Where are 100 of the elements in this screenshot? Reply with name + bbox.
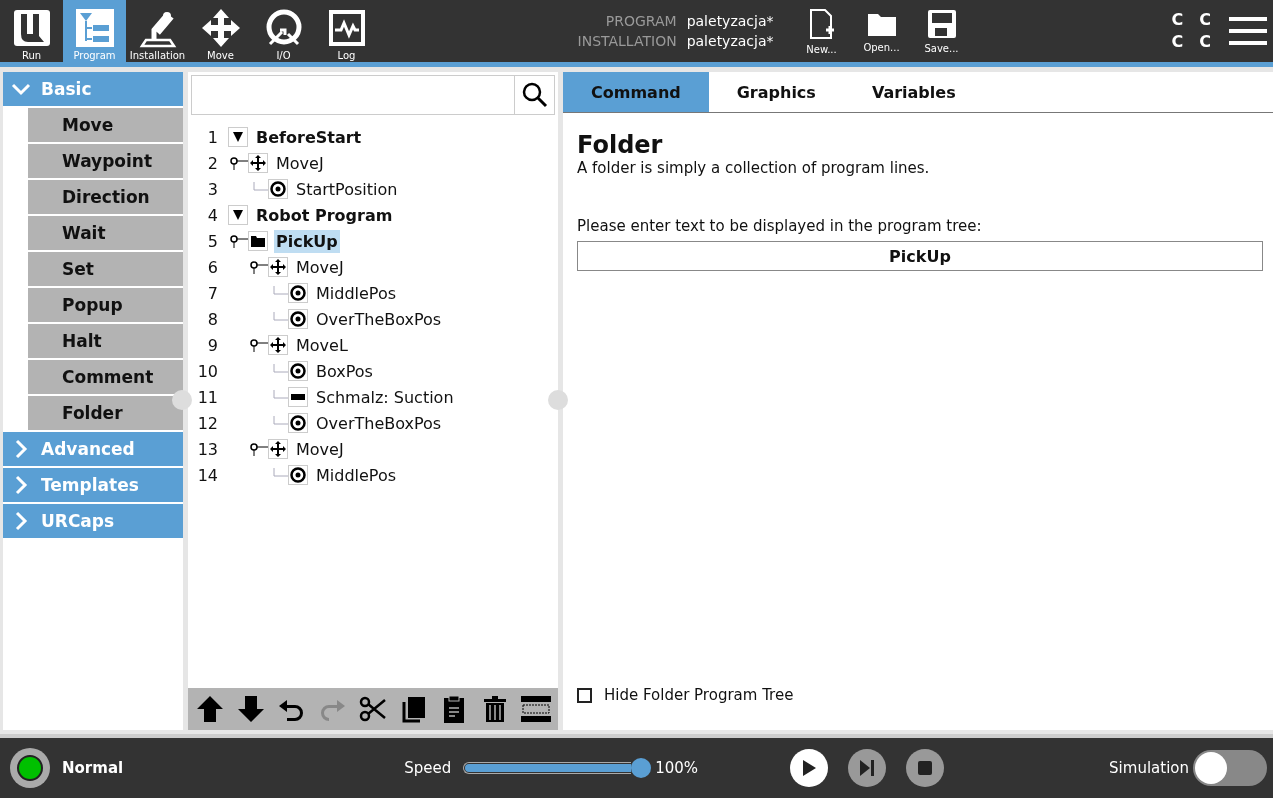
line-number: 5 [206, 231, 218, 251]
line-number: 3 [206, 179, 218, 199]
dash-icon [291, 394, 305, 400]
tree-node-label[interactable]: BeforeStart [254, 125, 364, 149]
hide-tree-checkbox[interactable]: Hide Folder Program Tree [577, 686, 1263, 704]
line-number: 9 [206, 335, 218, 355]
node-icon-box[interactable] [288, 465, 308, 485]
sidebar-item[interactable]: Set [28, 252, 183, 286]
line-number: 1 [206, 127, 218, 147]
node-pin-icon [248, 260, 268, 274]
node-icon-box[interactable] [288, 361, 308, 381]
node-icon-box[interactable] [268, 439, 288, 459]
status-label: Normal [62, 759, 124, 777]
move-arrows-icon [200, 8, 241, 48]
tree-node-label[interactable]: MoveJ [274, 151, 326, 175]
tree-node-label[interactable]: MoveJ [294, 437, 346, 461]
node-icon-box[interactable] [288, 387, 308, 407]
line-number: 7 [206, 283, 218, 303]
tree-node-label[interactable]: OverTheBoxPos [314, 307, 444, 331]
sidebar-item[interactable]: Comment [28, 360, 183, 394]
node-pin-icon [228, 234, 248, 248]
move-arrows-icon [270, 259, 286, 275]
expand-handle[interactable] [548, 390, 568, 410]
tree-node-label[interactable]: Robot Program [254, 203, 395, 227]
status-glyph: C [1199, 9, 1211, 31]
tree-node-label[interactable]: MoveJ [294, 255, 346, 279]
sidebar-item[interactable]: Wait [28, 216, 183, 250]
file-action-button[interactable]: Save... [911, 0, 972, 62]
info-label: PROGRAM [604, 12, 677, 31]
play-icon [801, 759, 818, 777]
playback-button[interactable] [790, 749, 829, 787]
line-number: 10 [196, 361, 218, 381]
info-value: paletyzacja* [686, 12, 774, 31]
nav-tab[interactable]: Move [189, 0, 252, 62]
search-icon [521, 82, 548, 108]
nav-tab[interactable]: Run [0, 0, 63, 62]
line-number: 2 [206, 153, 218, 173]
node-icon-box[interactable] [288, 309, 308, 329]
node-icon-box[interactable] [268, 257, 288, 277]
status-glyph: C [1171, 9, 1184, 31]
node-icon-box[interactable] [268, 335, 288, 355]
node-icon-box[interactable] [288, 413, 308, 433]
search-field[interactable] [191, 75, 555, 115]
collapse-handle[interactable] [172, 390, 192, 410]
move-arrows-icon [250, 155, 266, 171]
line-number: 12 [196, 413, 218, 433]
move-arrows-icon [270, 441, 286, 457]
toolbar-button[interactable] [195, 694, 226, 724]
move-arrows-icon [270, 337, 286, 353]
field-label: Please enter text to be displayed in the program tree: [577, 217, 983, 235]
sidebar-item[interactable]: Direction [28, 180, 183, 214]
arrow-down-icon [236, 694, 266, 724]
node-icon-box[interactable] [288, 283, 308, 303]
toolbar-button[interactable] [236, 694, 266, 724]
nav-tab[interactable]: Log [315, 0, 378, 62]
toolbar-button[interactable] [520, 694, 551, 724]
tree-node-label[interactable]: PickUp [274, 229, 340, 253]
menu-icon [1229, 16, 1267, 46]
toolbar-button[interactable] [357, 694, 388, 724]
stop-icon [917, 760, 934, 776]
slider-thumb[interactable] [631, 758, 652, 778]
speed-reading: 100% [655, 759, 699, 777]
tree-node-label[interactable]: MoveL [294, 333, 350, 357]
tree-node-label[interactable]: BoxPos [314, 359, 375, 383]
tree-node-label[interactable]: MiddlePos [314, 281, 399, 305]
node-icon-box[interactable] [268, 179, 288, 199]
info-value: paletyzacja* [686, 32, 774, 51]
sidebar-item[interactable]: Halt [28, 324, 183, 358]
input-field[interactable]: PickUp [577, 241, 1263, 271]
simulation-toggle[interactable] [1193, 750, 1267, 786]
file-action-button[interactable]: Open... [851, 0, 912, 62]
node-icon-box[interactable] [248, 153, 268, 173]
suppress-line-icon [520, 694, 551, 724]
target-icon [290, 415, 306, 431]
folder-icon [251, 235, 265, 247]
sidebar-item[interactable]: Move [28, 108, 183, 142]
tree-node-label[interactable]: Schmalz: Suction [314, 385, 456, 409]
simulation-label: Simulation [1109, 759, 1189, 777]
sidebar-item[interactable]: Popup [28, 288, 183, 322]
nav-tab[interactable]: Installation [126, 0, 189, 62]
sidebar-item[interactable]: Waypoint [28, 144, 183, 178]
tree-node-label[interactable]: MiddlePos [314, 463, 399, 487]
robot-logo-icon [11, 8, 52, 48]
line-number: 11 [196, 387, 218, 407]
waveform-chart-icon [326, 8, 367, 48]
sidebar-item[interactable]: Folder [28, 396, 183, 430]
arrow-up-icon [195, 694, 226, 724]
line-number: 13 [196, 439, 218, 459]
program-tree-icon [74, 8, 115, 48]
scissors-icon [357, 694, 388, 724]
tree-node-label[interactable]: StartPosition [294, 177, 400, 201]
file-action-button[interactable]: New... [791, 0, 852, 62]
node-icon-box[interactable] [248, 231, 268, 251]
node-pin-icon [248, 338, 268, 352]
line-number: 14 [196, 465, 218, 485]
command-description: A folder is simply a collection of program lines. [577, 159, 931, 177]
nav-tab[interactable]: I/O [252, 0, 315, 62]
checkbox[interactable] [577, 687, 592, 703]
tree-node-label[interactable]: OverTheBoxPos [314, 411, 444, 435]
tab[interactable]: Command [563, 72, 709, 112]
